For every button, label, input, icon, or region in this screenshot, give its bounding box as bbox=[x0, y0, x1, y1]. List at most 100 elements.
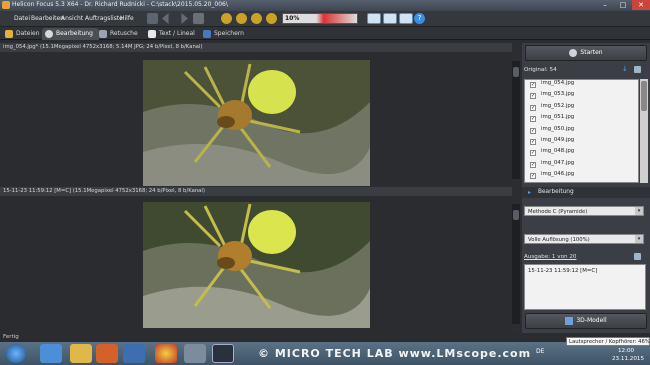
list-item[interactable]: 15-11-23 11:59:12 [M=C] bbox=[528, 268, 642, 274]
cube-icon bbox=[565, 316, 574, 325]
zoom-out-icon[interactable] bbox=[266, 13, 277, 24]
menu-bearbeiten[interactable]: Bearbeiten bbox=[31, 15, 64, 22]
app-icon bbox=[2, 1, 10, 9]
list-item[interactable]: ✓ img_053.jpg bbox=[525, 91, 638, 102]
spider-image-top bbox=[143, 60, 370, 186]
file-name: img_051.jpg bbox=[541, 114, 575, 121]
zoom-fit-icon[interactable] bbox=[251, 13, 262, 24]
single-view-icon[interactable] bbox=[367, 13, 381, 24]
status-text: Fertig bbox=[3, 334, 19, 340]
trash-icon[interactable] bbox=[634, 253, 641, 260]
title-bar: Helicon Focus 5.3 X64 - Dr. Richard Rudn… bbox=[0, 0, 650, 11]
model-label: 3D-Modell bbox=[576, 317, 607, 324]
chrome-icon[interactable] bbox=[155, 344, 177, 363]
list-item[interactable]: ✓ img_049.jpg bbox=[525, 137, 638, 148]
zoom-slider[interactable]: 10% bbox=[282, 13, 358, 24]
dual-view-icon[interactable] bbox=[399, 13, 413, 24]
minimize-button[interactable]: – bbox=[596, 0, 614, 10]
text-icon bbox=[148, 30, 156, 38]
checkbox[interactable]: ✓ bbox=[530, 173, 536, 180]
checkbox[interactable]: ✓ bbox=[530, 138, 536, 145]
start-button[interactable]: Starten bbox=[525, 45, 647, 61]
tab-text-lineal[interactable]: Text / Lineal bbox=[145, 28, 201, 40]
menu-ansicht[interactable]: Ansicht bbox=[61, 15, 83, 22]
cursor-icon[interactable] bbox=[193, 13, 204, 24]
tab-bar: Dateien Bearbeitung Retusche Text / Line… bbox=[0, 27, 650, 40]
menu-datei[interactable]: Datei bbox=[14, 15, 30, 22]
bottom-image-view[interactable] bbox=[0, 196, 512, 330]
method-select[interactable]: Methode C (Pyramide) ▾ bbox=[524, 206, 644, 216]
list-item[interactable]: ✓ img_047.jpg bbox=[525, 160, 638, 171]
tab-label: Retusche bbox=[110, 30, 138, 37]
app-icon[interactable] bbox=[184, 344, 206, 363]
list-item[interactable]: ✓ img_051.jpg bbox=[525, 114, 638, 125]
list-item[interactable]: ✓ img_052.jpg bbox=[525, 103, 638, 114]
file-name: img_047.jpg bbox=[541, 159, 575, 166]
checkbox[interactable]: ✓ bbox=[530, 104, 536, 111]
help-icon[interactable]: ? bbox=[414, 13, 425, 24]
sort-icon[interactable]: ↓ bbox=[622, 66, 628, 73]
resolution-select[interactable]: Volle Auflösung (100%) ▾ bbox=[524, 234, 644, 244]
helicon-focus-icon[interactable] bbox=[212, 344, 234, 363]
list-item[interactable]: ✓ img_054.jpg bbox=[525, 80, 638, 91]
checkbox[interactable]: ✓ bbox=[530, 116, 536, 123]
clock-date[interactable]: 23.11.2015 bbox=[612, 356, 644, 362]
trash-icon[interactable] bbox=[634, 66, 641, 73]
checkbox[interactable]: ✓ bbox=[530, 82, 536, 88]
window-title: Helicon Focus 5.3 X64 - Dr. Richard Rudn… bbox=[12, 1, 228, 8]
status-bar: Fertig bbox=[0, 333, 650, 342]
chevron-down-icon: ▾ bbox=[635, 207, 643, 215]
word-icon[interactable] bbox=[123, 344, 145, 363]
bottom-scrollbar[interactable] bbox=[512, 204, 520, 324]
checkbox[interactable]: ✓ bbox=[530, 150, 536, 157]
scroll-thumb[interactable] bbox=[641, 81, 647, 111]
file-list[interactable]: ✓ img_054.jpg ✓ img_053.jpg ✓ img_052.jpg ✓… bbox=[524, 79, 639, 183]
file-name: img_048.jpg bbox=[541, 148, 575, 155]
start-orb-icon[interactable] bbox=[6, 344, 26, 363]
tab-bearbeitung[interactable]: Bearbeitung bbox=[42, 28, 99, 40]
media-icon[interactable] bbox=[96, 344, 118, 363]
list-item[interactable]: ✓ img_046.jpg bbox=[525, 171, 638, 182]
split-view-icon[interactable] bbox=[383, 13, 397, 24]
close-button[interactable]: ✕ bbox=[632, 0, 650, 10]
scroll-thumb[interactable] bbox=[513, 67, 519, 77]
watermark-text: © MICRO TECH LAB www.LMscope.com bbox=[258, 347, 532, 360]
list-item[interactable]: ✓ img_048.jpg bbox=[525, 148, 638, 159]
file-list-scrollbar[interactable] bbox=[640, 79, 648, 183]
tab-label: Text / Lineal bbox=[159, 30, 195, 37]
maximize-button[interactable]: □ bbox=[614, 0, 632, 10]
resolution-value: Volle Auflösung (100%) bbox=[528, 237, 590, 243]
zoom-in-icon[interactable] bbox=[221, 13, 232, 24]
zoom-move-icon[interactable] bbox=[236, 13, 247, 24]
file-name: img_050.jpg bbox=[541, 125, 575, 132]
output-label[interactable]: Ausgabe: 1 von 20 bbox=[524, 254, 576, 260]
menu-auftragsliste[interactable]: Auftragsliste bbox=[85, 15, 123, 22]
bottom-pane-header: 15-11-23 11:59:12 [M=C] (15.1Megapixel 4… bbox=[0, 187, 512, 196]
menu-hilfe[interactable]: Hilfe bbox=[120, 15, 134, 22]
checkbox[interactable]: ✓ bbox=[530, 161, 536, 168]
scroll-thumb[interactable] bbox=[513, 210, 519, 220]
3d-model-button[interactable]: 3D-Modell bbox=[525, 313, 647, 329]
start-label: Starten bbox=[580, 49, 603, 56]
language-indicator[interactable]: DE bbox=[536, 348, 544, 355]
checkbox[interactable]: ✓ bbox=[530, 93, 536, 100]
tab-label: Bearbeitung bbox=[56, 30, 93, 37]
explorer-icon[interactable] bbox=[70, 344, 92, 363]
clock-time[interactable]: 12:00 bbox=[618, 348, 634, 354]
tab-speichern[interactable]: Speichern bbox=[200, 28, 250, 40]
spider-image-result bbox=[143, 202, 370, 328]
top-scrollbar[interactable] bbox=[512, 61, 520, 179]
tab-retusche[interactable]: Retusche bbox=[96, 28, 144, 40]
section-header[interactable]: ▸ Bearbeitung bbox=[522, 187, 650, 198]
zoom-value: 10% bbox=[285, 15, 300, 22]
tab-dateien[interactable]: Dateien bbox=[2, 28, 46, 40]
tab-label: Speichern bbox=[214, 30, 244, 37]
gear-icon bbox=[45, 30, 53, 38]
list-item[interactable]: ✓ img_050.jpg bbox=[525, 126, 638, 137]
top-image-view[interactable] bbox=[0, 52, 512, 186]
ie-icon[interactable] bbox=[40, 344, 62, 363]
save-icon bbox=[203, 30, 211, 38]
checkbox[interactable]: ✓ bbox=[530, 127, 536, 134]
output-list[interactable]: 15-11-23 11:59:12 [M=C] bbox=[524, 264, 646, 310]
open-icon[interactable] bbox=[147, 13, 158, 24]
